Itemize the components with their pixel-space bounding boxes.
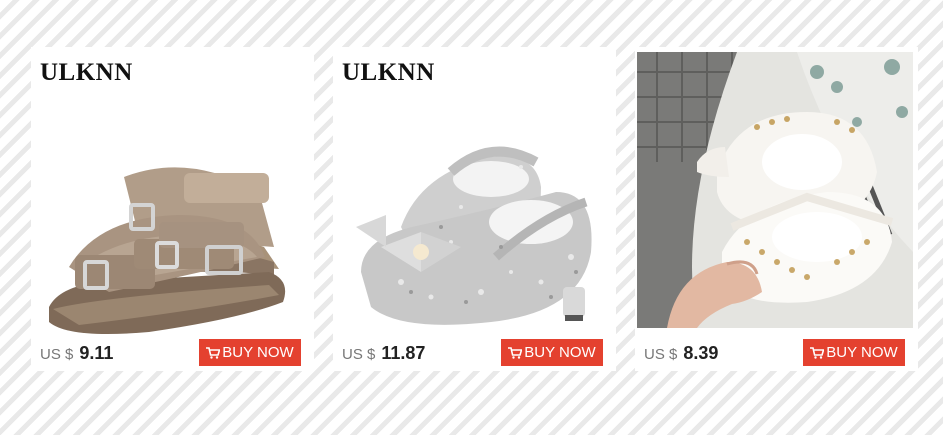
price-value: 9.11 bbox=[79, 343, 114, 363]
currency-label: US $ bbox=[644, 346, 678, 363]
product-card[interactable]: US $ 8.39 BUY NOW bbox=[635, 47, 918, 371]
product-card[interactable]: ULKNN US $ 11.87 BUY NOW bbox=[333, 47, 616, 371]
product-image[interactable] bbox=[637, 52, 913, 328]
product-image[interactable] bbox=[341, 97, 609, 337]
shopping-cart-icon bbox=[810, 346, 825, 359]
buy-now-label: BUY NOW bbox=[826, 344, 898, 361]
price: US $ 11.87 bbox=[342, 343, 425, 365]
shopping-cart-icon bbox=[508, 346, 523, 359]
price: US $ 9.11 bbox=[40, 343, 113, 365]
currency-label: US $ bbox=[342, 346, 376, 363]
shopping-cart-icon bbox=[206, 346, 221, 359]
currency-label: US $ bbox=[40, 346, 74, 363]
price-value: 11.87 bbox=[381, 343, 426, 363]
buy-now-label: BUY NOW bbox=[222, 344, 294, 361]
product-image[interactable] bbox=[39, 97, 307, 337]
brand-name: ULKNN bbox=[40, 59, 133, 86]
price-value: 8.39 bbox=[683, 343, 719, 363]
price: US $ 8.39 bbox=[644, 343, 718, 365]
buy-now-label: BUY NOW bbox=[524, 344, 596, 361]
buy-now-button[interactable]: BUY NOW bbox=[501, 339, 603, 366]
buy-now-button[interactable]: BUY NOW bbox=[803, 339, 905, 366]
product-card[interactable]: ULKNN US $ 9.11 BUY NOW bbox=[31, 47, 314, 371]
buy-now-button[interactable]: BUY NOW bbox=[199, 339, 301, 366]
brand-name: ULKNN bbox=[342, 59, 435, 86]
